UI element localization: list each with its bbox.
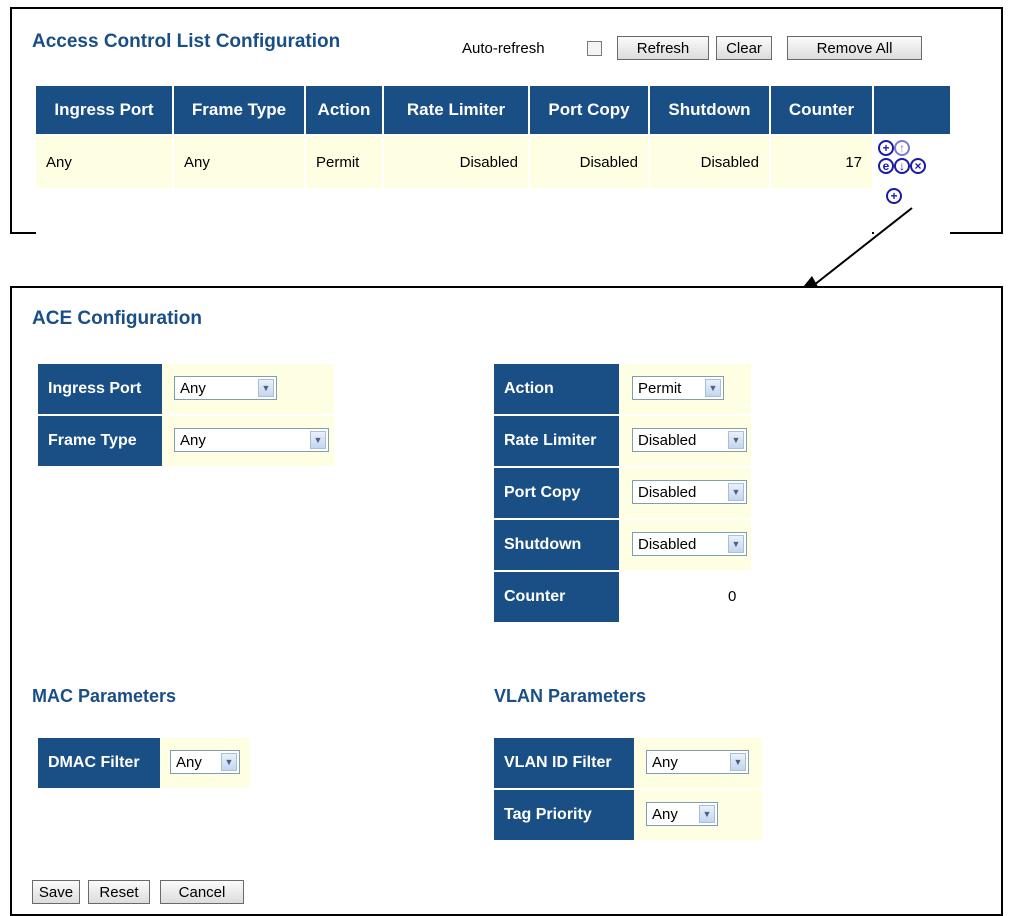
frame-type-label: Frame Type [38,416,162,466]
chevron-down-icon: ▼ [310,431,326,449]
chevron-down-icon: ▼ [728,431,744,449]
chevron-down-icon: ▼ [728,483,744,501]
cancel-button[interactable]: Cancel [160,880,244,904]
shutdown-select[interactable]: Disabled ▼ [632,532,747,556]
vlan-id-filter-select[interactable]: Any ▼ [646,750,749,774]
counter-label: Counter [494,572,619,622]
vlan-id-filter-label: VLAN ID Filter [494,738,634,788]
rate-limiter-select[interactable]: Disabled ▼ [632,428,747,452]
tag-priority-select[interactable]: Any ▼ [646,802,718,826]
chevron-down-icon: ▼ [258,379,274,397]
port-copy-select[interactable]: Disabled ▼ [632,480,747,504]
counter-value: 0 [728,588,737,605]
ingress-port-label: Ingress Port [38,364,162,414]
chevron-down-icon: ▼ [728,535,744,553]
chevron-down-icon: ▼ [730,753,746,771]
ace-title: ACE Configuration [32,308,202,329]
tag-priority-label: Tag Priority [494,790,634,840]
ace-panel: ACE Configuration Ingress Port Any ▼ Fra… [10,286,1003,916]
vlan-parameters-heading: VLAN Parameters [494,686,647,706]
save-button[interactable]: Save [32,880,80,904]
frame-type-select[interactable]: Any ▼ [174,428,329,452]
chevron-down-icon: ▼ [221,753,237,771]
port-copy-label: Port Copy [494,468,619,518]
rate-limiter-label: Rate Limiter [494,416,619,466]
dmac-filter-label: DMAC Filter [38,738,160,788]
chevron-down-icon: ▼ [699,805,715,823]
action-select[interactable]: Permit ▼ [632,376,724,400]
dmac-filter-select[interactable]: Any ▼ [170,750,240,774]
ingress-port-select[interactable]: Any ▼ [174,376,277,400]
mac-parameters-heading: MAC Parameters [32,686,177,706]
chevron-down-icon: ▼ [705,379,721,397]
shutdown-label: Shutdown [494,520,619,570]
action-label: Action [494,364,619,414]
reset-button[interactable]: Reset [88,880,150,904]
